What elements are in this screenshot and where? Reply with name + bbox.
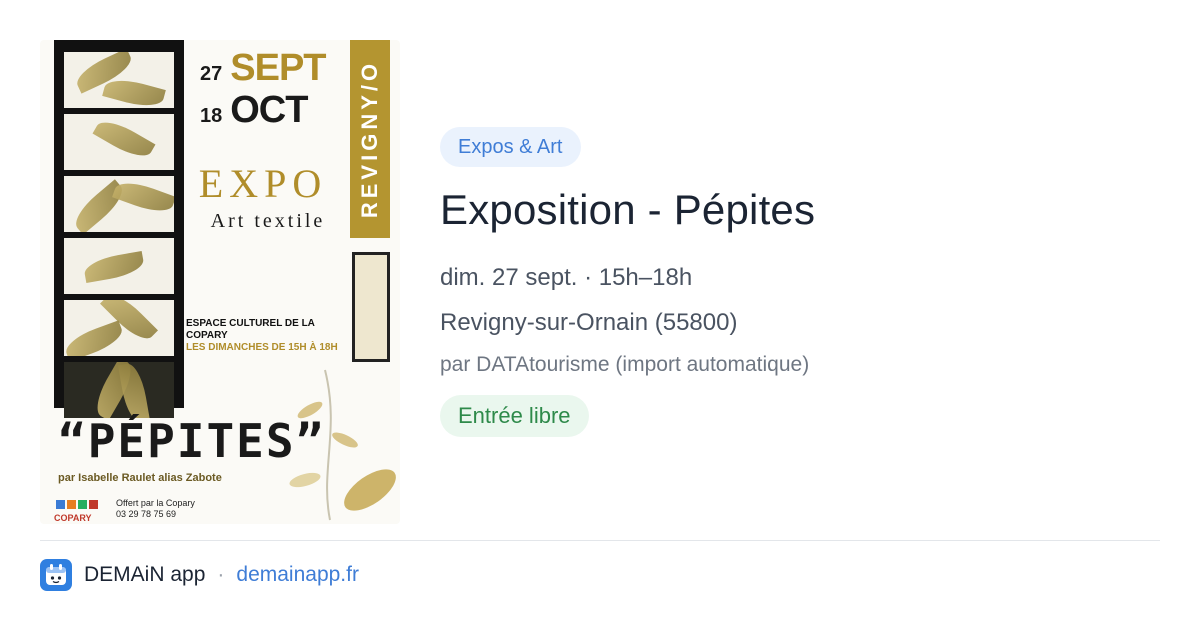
poster-date-month: OCT — [230, 89, 308, 131]
event-preview-card[interactable]: 27 SEPT 18 OCT REVIGNY/O EXPO Art textil… — [0, 0, 1200, 630]
app-name: DEMAiN app — [84, 563, 206, 586]
poster-expo-title: EXPO — [198, 161, 328, 206]
filmstrip-graphic — [54, 40, 184, 418]
event-datetime: dim. 27 sept. · 15h–18h — [440, 264, 693, 291]
price-badge: Entrée libre — [440, 395, 589, 437]
divider — [40, 540, 1160, 541]
event-poster-image: 27 SEPT 18 OCT REVIGNY/O EXPO Art textil… — [40, 40, 400, 524]
copary-logo: COPARY — [54, 500, 100, 523]
poster-author: par Isabelle Raulet alias Zabote — [58, 472, 222, 484]
app-url-link[interactable]: demainapp.fr — [236, 563, 359, 587]
poster-date-month: SEPT — [230, 47, 326, 89]
poster-event-name: “PÉPITES” — [58, 414, 326, 468]
event-title: Exposition - Pépites — [440, 186, 816, 233]
poster-date-day: 18 — [200, 105, 223, 127]
poster-offer: Offert par la Copary 03 29 78 75 69 — [116, 498, 195, 519]
event-source: par DATAtourisme (import automatique) — [440, 353, 810, 376]
footer-separator: · — [217, 563, 225, 586]
event-location: Revigny-sur-Ornain (55800) — [440, 309, 738, 336]
poster-date-day: 27 — [200, 63, 223, 85]
category-badge[interactable]: Expos & Art — [440, 127, 581, 167]
footer: DEMAiN app · demainapp.fr — [40, 558, 359, 592]
poster-expo-subtitle: Art textile — [210, 210, 326, 232]
poster-side-label: REVIGNY/O — [350, 40, 390, 238]
app-logo-icon — [40, 559, 72, 591]
poster-dates: 27 SEPT 18 OCT — [200, 47, 340, 134]
